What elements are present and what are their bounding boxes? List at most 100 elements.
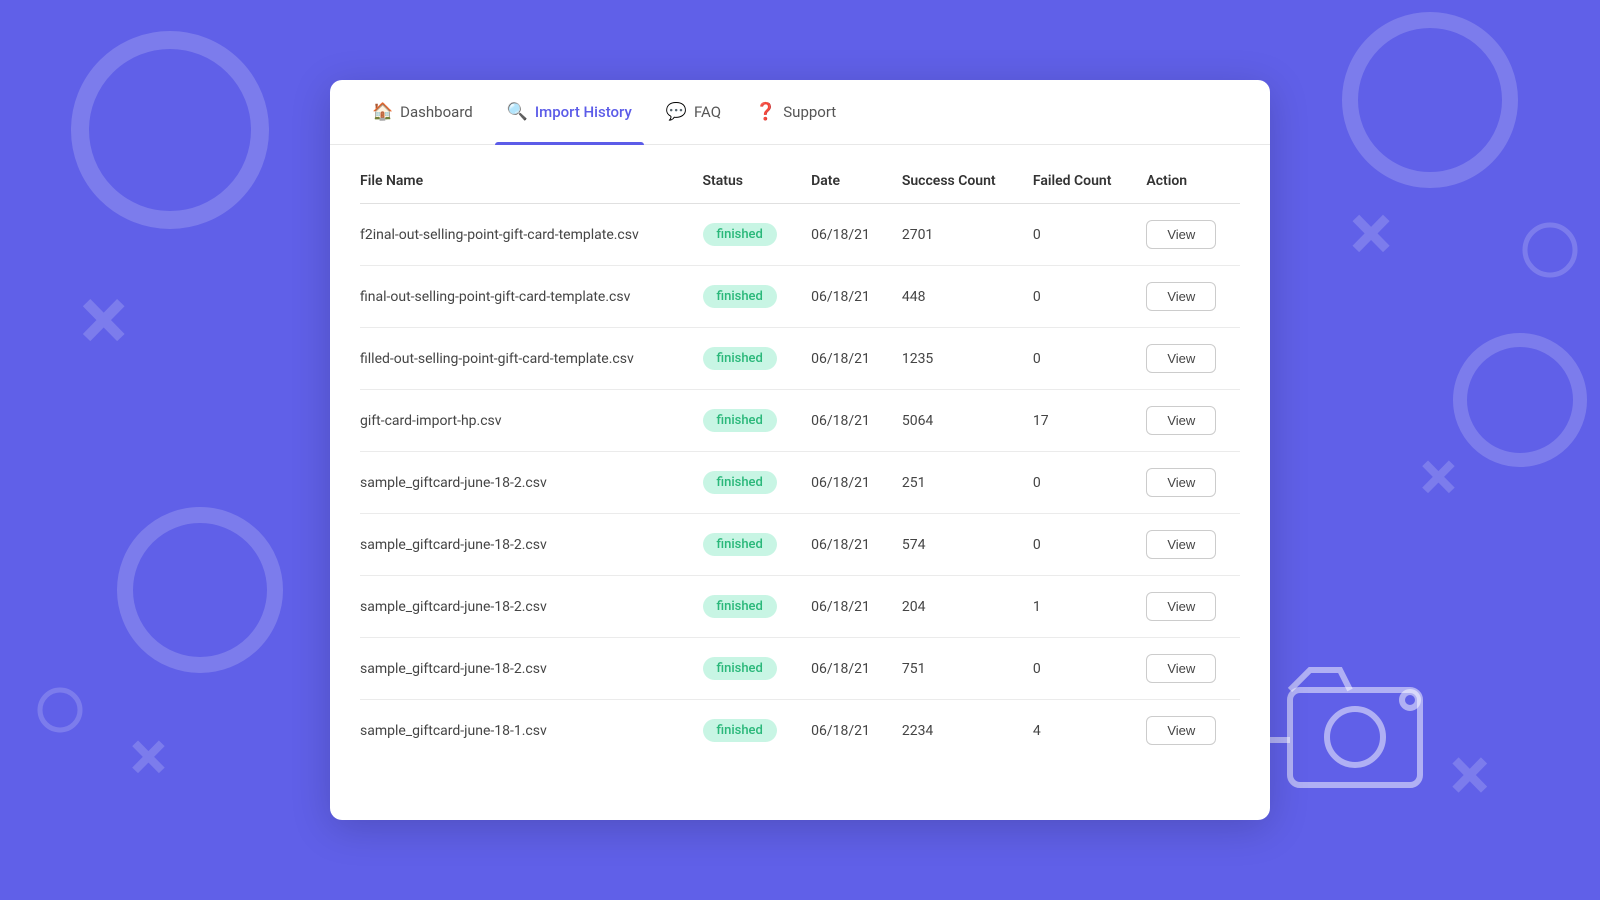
cell-failed-count: 4	[1023, 700, 1137, 762]
cell-success-count: 751	[892, 638, 1023, 700]
cell-filename: f2inal-out-selling-point-gift-card-templ…	[360, 204, 693, 266]
status-badge: finished	[703, 285, 777, 308]
cell-failed-count: 0	[1023, 328, 1137, 390]
cell-action: View	[1136, 514, 1240, 576]
tab-dashboard-icon: 🏠	[372, 102, 393, 122]
cell-success-count: 5064	[892, 390, 1023, 452]
status-badge: finished	[703, 471, 777, 494]
tab-support-icon: ❓	[755, 102, 776, 122]
tab-support[interactable]: ❓ Support	[743, 80, 848, 145]
tab-support-label: Support	[783, 103, 836, 121]
cell-failed-count: 0	[1023, 266, 1137, 328]
cell-status: finished	[693, 266, 802, 328]
table-row: sample_giftcard-june-18-2.csv finished 06/…	[360, 576, 1240, 638]
cell-filename: sample_giftcard-june-18-2.csv	[360, 576, 693, 638]
col-header-success_count: Success Count	[892, 155, 1023, 204]
col-header-status: Status	[693, 155, 802, 204]
cell-action: View	[1136, 266, 1240, 328]
cell-status: finished	[693, 700, 802, 762]
view-button[interactable]: View	[1146, 406, 1216, 435]
cell-success-count: 2234	[892, 700, 1023, 762]
cell-success-count: 251	[892, 452, 1023, 514]
cell-failed-count: 0	[1023, 638, 1137, 700]
cell-failed-count: 1	[1023, 576, 1137, 638]
cell-filename: sample_giftcard-june-18-2.csv	[360, 638, 693, 700]
tab-import-history-label: Import History	[535, 103, 632, 121]
cell-filename: sample_giftcard-june-18-1.csv	[360, 700, 693, 762]
svg-text:×: ×	[80, 267, 128, 372]
tab-navigation: 🏠Dashboard 🔍 Import History 💬 FAQ ❓ Support	[330, 80, 1270, 145]
cell-status: finished	[693, 638, 802, 700]
cell-action: View	[1136, 638, 1240, 700]
cell-date: 06/18/21	[801, 514, 892, 576]
view-button[interactable]: View	[1146, 220, 1216, 249]
cell-status: finished	[693, 390, 802, 452]
cell-date: 06/18/21	[801, 700, 892, 762]
tab-faq[interactable]: 💬 FAQ	[654, 80, 733, 145]
cell-date: 06/18/21	[801, 328, 892, 390]
cell-date: 06/18/21	[801, 266, 892, 328]
cell-action: View	[1136, 576, 1240, 638]
status-badge: finished	[703, 657, 777, 680]
status-badge: finished	[703, 223, 777, 246]
cell-failed-count: 0	[1023, 514, 1137, 576]
view-button[interactable]: View	[1146, 468, 1216, 497]
tab-import-history-icon: 🔍	[507, 102, 528, 122]
tab-faq-label: FAQ	[694, 103, 721, 121]
svg-text:×: ×	[130, 716, 167, 798]
col-header-failed_count: Failed Count	[1023, 155, 1137, 204]
header-row: File NameStatusDateSuccess CountFailed C…	[360, 155, 1240, 204]
view-button[interactable]: View	[1146, 592, 1216, 621]
col-header-date: Date	[801, 155, 892, 204]
cell-filename: filled-out-selling-point-gift-card-templ…	[360, 328, 693, 390]
table-body: f2inal-out-selling-point-gift-card-templ…	[360, 204, 1240, 762]
cell-success-count: 574	[892, 514, 1023, 576]
table-header: File NameStatusDateSuccess CountFailed C…	[360, 155, 1240, 204]
cell-filename: sample_giftcard-june-18-2.csv	[360, 452, 693, 514]
tab-import-history[interactable]: 🔍 Import History	[495, 80, 644, 145]
cell-failed-count: 17	[1023, 390, 1137, 452]
view-button[interactable]: View	[1146, 282, 1216, 311]
table-row: sample_giftcard-june-18-2.csv finished 06/…	[360, 452, 1240, 514]
svg-text:×: ×	[1350, 186, 1392, 280]
table-row: gift-card-import-hp.csvfinished06/18/215…	[360, 390, 1240, 452]
cell-status: finished	[693, 204, 802, 266]
cell-success-count: 2701	[892, 204, 1023, 266]
status-badge: finished	[703, 533, 777, 556]
cell-action: View	[1136, 452, 1240, 514]
table-row: sample_giftcard-june-18-1.csv finished 06/…	[360, 700, 1240, 762]
table-row: sample_giftcard-june-18-2.csvfinished06/…	[360, 638, 1240, 700]
cell-action: View	[1136, 204, 1240, 266]
table-row: f2inal-out-selling-point-gift-card-templ…	[360, 204, 1240, 266]
tab-dashboard[interactable]: 🏠Dashboard	[360, 80, 485, 145]
table-row: filled-out-selling-point-gift-card-templ…	[360, 328, 1240, 390]
cell-action: View	[1136, 390, 1240, 452]
cell-status: finished	[693, 452, 802, 514]
cell-failed-count: 0	[1023, 204, 1137, 266]
col-header-action: Action	[1136, 155, 1240, 204]
cell-filename: final-out-selling-point-gift-card-templa…	[360, 266, 693, 328]
main-card: 🏠Dashboard 🔍 Import History 💬 FAQ ❓ Support Fi…	[330, 80, 1270, 820]
status-badge: finished	[703, 719, 777, 742]
table-row: sample_giftcard-june-18-2.csvfinished06/…	[360, 514, 1240, 576]
cell-date: 06/18/21	[801, 204, 892, 266]
cell-date: 06/18/21	[801, 576, 892, 638]
table-row: final-out-selling-point-gift-card-templa…	[360, 266, 1240, 328]
view-button[interactable]: View	[1146, 344, 1216, 373]
cell-date: 06/18/21	[801, 452, 892, 514]
cell-status: finished	[693, 576, 802, 638]
tab-faq-icon: 💬	[666, 102, 687, 122]
view-button[interactable]: View	[1146, 654, 1216, 683]
status-badge: finished	[703, 595, 777, 618]
cell-success-count: 204	[892, 576, 1023, 638]
cell-failed-count: 0	[1023, 452, 1137, 514]
col-header-filename: File Name	[360, 155, 693, 204]
status-badge: finished	[703, 409, 777, 432]
view-button[interactable]: View	[1146, 530, 1216, 559]
svg-text:×: ×	[1450, 731, 1490, 819]
cell-status: finished	[693, 328, 802, 390]
view-button[interactable]: View	[1146, 716, 1216, 745]
status-badge: finished	[703, 347, 777, 370]
cell-status: finished	[693, 514, 802, 576]
cell-action: View	[1136, 328, 1240, 390]
